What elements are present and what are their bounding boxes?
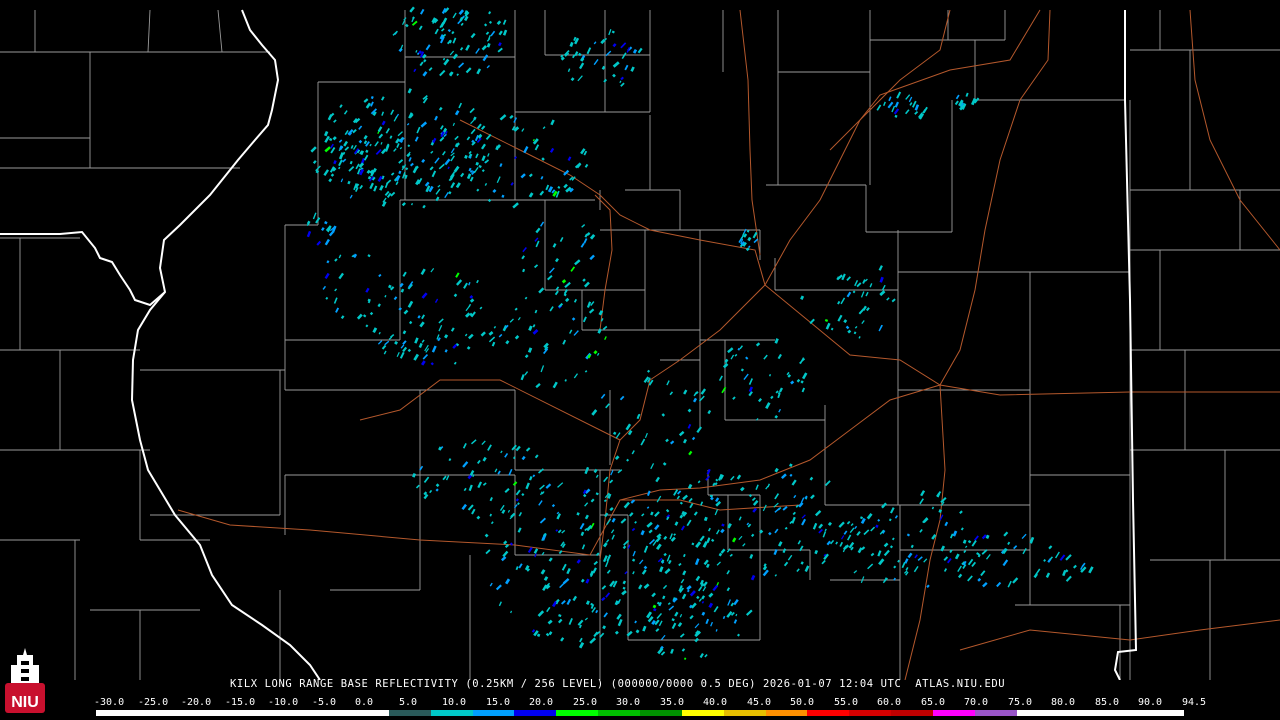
legend-swatch (514, 710, 557, 716)
legend-swatch (179, 710, 222, 716)
legend-label: -15.0 (225, 697, 256, 708)
legend-swatch (430, 710, 473, 716)
legend-label: 30.0 (616, 697, 641, 708)
legend-swatch (556, 710, 599, 716)
legend-swatch (932, 710, 975, 716)
legend-label: 0.0 (355, 697, 374, 708)
legend-label: -20.0 (181, 697, 212, 708)
product-title: KILX LONG RANGE BASE REFLECTIVITY (0.25K… (230, 678, 1006, 690)
legend-swatch (891, 710, 933, 716)
logo-text: NIU (11, 694, 39, 711)
legend-label: -25.0 (138, 697, 169, 708)
legend-swatch (765, 710, 808, 716)
legend-swatch (263, 710, 306, 716)
legend-swatch (96, 710, 138, 716)
legend-label: 15.0 (486, 697, 511, 708)
legend-swatch (137, 710, 180, 716)
legend-swatch (472, 710, 515, 716)
legend-label: 10.0 (442, 697, 467, 708)
legend-label: 60.0 (877, 697, 902, 708)
legend-label: 85.0 (1095, 697, 1120, 708)
legend-label: 5.0 (399, 697, 418, 708)
legend-label: 94.5 (1182, 697, 1207, 708)
legend-swatch (1100, 710, 1143, 716)
niu-logo: NIU (3, 645, 47, 717)
legend-label: 80.0 (1051, 697, 1076, 708)
legend-label: 70.0 (964, 697, 989, 708)
legend-swatch (347, 710, 389, 716)
legend-swatch (639, 710, 682, 716)
legend-swatch (305, 710, 348, 716)
legend-colorbar (96, 710, 1184, 716)
legend-label: 45.0 (747, 697, 772, 708)
legend-swatch (598, 710, 640, 716)
legend-label: 40.0 (703, 697, 728, 708)
legend-label: 65.0 (921, 697, 946, 708)
legend-labels: -30.0 -25.0 -20.0 -15.0 -10.0 -5.0 0.0 5.0 10.0 1… (94, 697, 1206, 709)
legend-label: -5.0 (312, 697, 337, 708)
radar-map (0, 0, 1280, 680)
legend-swatch (1142, 710, 1184, 716)
legend-label: 75.0 (1008, 697, 1033, 708)
legend-swatch (388, 710, 431, 716)
legend-label: 20.0 (529, 697, 554, 708)
legend-swatch (1058, 710, 1101, 716)
legend-label: 55.0 (834, 697, 859, 708)
legend-swatch (221, 710, 264, 716)
legend-swatch (974, 710, 1017, 716)
legend-label: 50.0 (790, 697, 815, 708)
legend-swatch (681, 710, 724, 716)
legend-label: -30.0 (94, 697, 125, 708)
legend-label: -10.0 (268, 697, 299, 708)
legend-label: 35.0 (660, 697, 685, 708)
legend-swatch (723, 710, 766, 716)
legend-label: 25.0 (573, 697, 598, 708)
legend-swatch (1016, 710, 1059, 716)
legend-swatch (849, 710, 892, 716)
legend-swatch (807, 710, 850, 716)
legend-label: 90.0 (1138, 697, 1163, 708)
